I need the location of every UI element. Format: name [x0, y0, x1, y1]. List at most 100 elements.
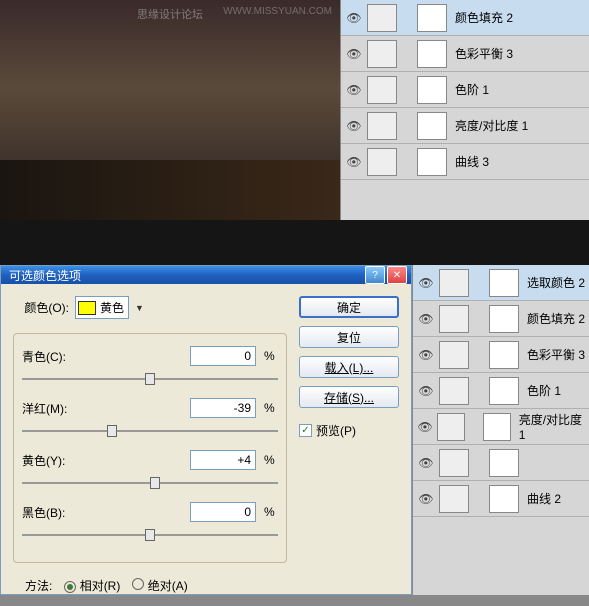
save-button[interactable]: 存储(S)...: [299, 386, 399, 408]
slider-label: 黑色(B):: [22, 504, 92, 521]
cyan-slider[interactable]: [22, 370, 278, 388]
layer-mask[interactable]: [483, 413, 510, 441]
layer-row[interactable]: 👁 色彩平衡 3: [341, 36, 589, 72]
layer-thumb[interactable]: [439, 377, 469, 405]
layer-mask[interactable]: [417, 112, 447, 140]
close-button[interactable]: ✕: [387, 266, 407, 284]
eye-icon[interactable]: 👁: [345, 45, 363, 63]
layer-label: 颜色填充 2: [523, 310, 585, 327]
layer-mask[interactable]: [489, 341, 519, 369]
eye-icon[interactable]: 👁: [417, 382, 435, 400]
color-label: 颜色(O):: [13, 299, 69, 316]
help-button[interactable]: ?: [365, 266, 385, 284]
method-label: 方法:: [25, 577, 52, 594]
black-input[interactable]: [190, 502, 256, 522]
layers-panel-bottom: 👁 选取颜色 2 👁 颜色填充 2 👁 色彩平衡 3 👁 色阶 1: [412, 265, 589, 595]
black-slider[interactable]: [22, 526, 278, 544]
eye-icon[interactable]: 👁: [417, 274, 435, 292]
pct: %: [264, 349, 278, 363]
magenta-slider[interactable]: [22, 422, 278, 440]
layer-mask[interactable]: [417, 40, 447, 68]
layer-mask[interactable]: [489, 485, 519, 513]
swatch-icon: [78, 301, 96, 315]
layer-row[interactable]: 👁 颜色填充 2: [341, 0, 589, 36]
layer-thumb[interactable]: [367, 112, 397, 140]
layer-row[interactable]: 👁: [413, 445, 589, 481]
layer-label: 选取颜色 2: [523, 274, 585, 291]
layer-thumb[interactable]: [367, 4, 397, 32]
eye-icon[interactable]: 👁: [345, 81, 363, 99]
layer-label: 颜色填充 2: [451, 9, 513, 26]
slider-label: 黄色(Y):: [22, 452, 92, 469]
eye-icon[interactable]: 👁: [417, 346, 435, 364]
eye-icon[interactable]: 👁: [417, 310, 435, 328]
layer-thumb[interactable]: [439, 269, 469, 297]
layer-thumb[interactable]: [439, 305, 469, 333]
layer-label: 色彩平衡 3: [451, 45, 513, 62]
slider-group: 青色(C): % 洋红(M): % 黄色(Y):: [13, 333, 287, 563]
layers-panel-top: 👁 颜色填充 2 👁 色彩平衡 3 👁 色阶 1 👁 亮度/对比度 1: [340, 0, 589, 220]
layer-row[interactable]: 👁 色阶 1: [341, 72, 589, 108]
eye-icon[interactable]: 👁: [417, 454, 435, 472]
eye-icon[interactable]: 👁: [345, 9, 363, 27]
selective-color-dialog: 可选颜色选项 ? ✕ 颜色(O): 黄色 ▼ 青色(C):: [0, 265, 412, 595]
layer-mask[interactable]: [417, 4, 447, 32]
layer-thumb[interactable]: [439, 449, 469, 477]
pct: %: [264, 505, 278, 519]
color-dropdown[interactable]: 黄色: [75, 296, 129, 319]
layer-row[interactable]: 👁 曲线 3: [341, 144, 589, 180]
dialog-titlebar[interactable]: 可选颜色选项 ? ✕: [1, 266, 411, 284]
radio-absolute[interactable]: 绝对(A): [132, 577, 187, 594]
layer-thumb[interactable]: [367, 40, 397, 68]
layer-row[interactable]: 👁 亮度/对比度 1: [413, 409, 589, 445]
layer-mask[interactable]: [489, 377, 519, 405]
layer-row[interactable]: 👁 颜色填充 2: [413, 301, 589, 337]
dialog-title: 可选颜色选项: [5, 267, 363, 284]
layer-label: 色彩平衡 3: [523, 346, 585, 363]
ok-button[interactable]: 确定: [299, 296, 399, 318]
layer-label: 色阶 1: [451, 81, 489, 98]
layer-mask[interactable]: [417, 148, 447, 176]
eye-icon[interactable]: 👁: [345, 117, 363, 135]
layer-row[interactable]: 👁 亮度/对比度 1: [341, 108, 589, 144]
layer-label: 色阶 1: [523, 382, 561, 399]
layer-label: 曲线 2: [523, 490, 561, 507]
layer-mask[interactable]: [489, 305, 519, 333]
layer-row[interactable]: 👁 色彩平衡 3: [413, 337, 589, 373]
magenta-input[interactable]: [190, 398, 256, 418]
layer-mask[interactable]: [417, 76, 447, 104]
layer-thumb[interactable]: [439, 341, 469, 369]
chevron-down-icon[interactable]: ▼: [135, 303, 144, 313]
layer-mask[interactable]: [489, 269, 519, 297]
layer-label: 曲线 3: [451, 153, 489, 170]
yellow-input[interactable]: [190, 450, 256, 470]
eye-icon[interactable]: 👁: [345, 153, 363, 171]
eye-icon[interactable]: 👁: [417, 418, 433, 436]
cyan-input[interactable]: [190, 346, 256, 366]
eye-icon[interactable]: 👁: [417, 490, 435, 508]
pct: %: [264, 453, 278, 467]
watermark-text: 思缘设计论坛: [137, 6, 203, 22]
layer-thumb[interactable]: [367, 76, 397, 104]
slider-label: 青色(C):: [22, 348, 92, 365]
layer-thumb[interactable]: [437, 413, 464, 441]
layer-row[interactable]: 👁 曲线 2: [413, 481, 589, 517]
preview-checkbox[interactable]: 预览(P): [299, 422, 399, 439]
watermark-url: WWW.MISSYUAN.COM: [223, 6, 332, 17]
load-button[interactable]: 载入(L)...: [299, 356, 399, 378]
layer-label: 亮度/对比度 1: [515, 411, 585, 442]
image-preview: 思缘设计论坛 WWW.MISSYUAN.COM: [0, 0, 340, 220]
radio-relative[interactable]: 相对(R): [64, 577, 120, 594]
layer-mask[interactable]: [489, 449, 519, 477]
checkbox-icon: [299, 424, 312, 437]
pct: %: [264, 401, 278, 415]
layer-row[interactable]: 👁 选取颜色 2: [413, 265, 589, 301]
cancel-button[interactable]: 复位: [299, 326, 399, 348]
layer-label: 亮度/对比度 1: [451, 117, 528, 134]
layer-thumb[interactable]: [367, 148, 397, 176]
color-value: 黄色: [100, 299, 124, 316]
yellow-slider[interactable]: [22, 474, 278, 492]
slider-label: 洋红(M):: [22, 400, 92, 417]
layer-thumb[interactable]: [439, 485, 469, 513]
layer-row[interactable]: 👁 色阶 1: [413, 373, 589, 409]
